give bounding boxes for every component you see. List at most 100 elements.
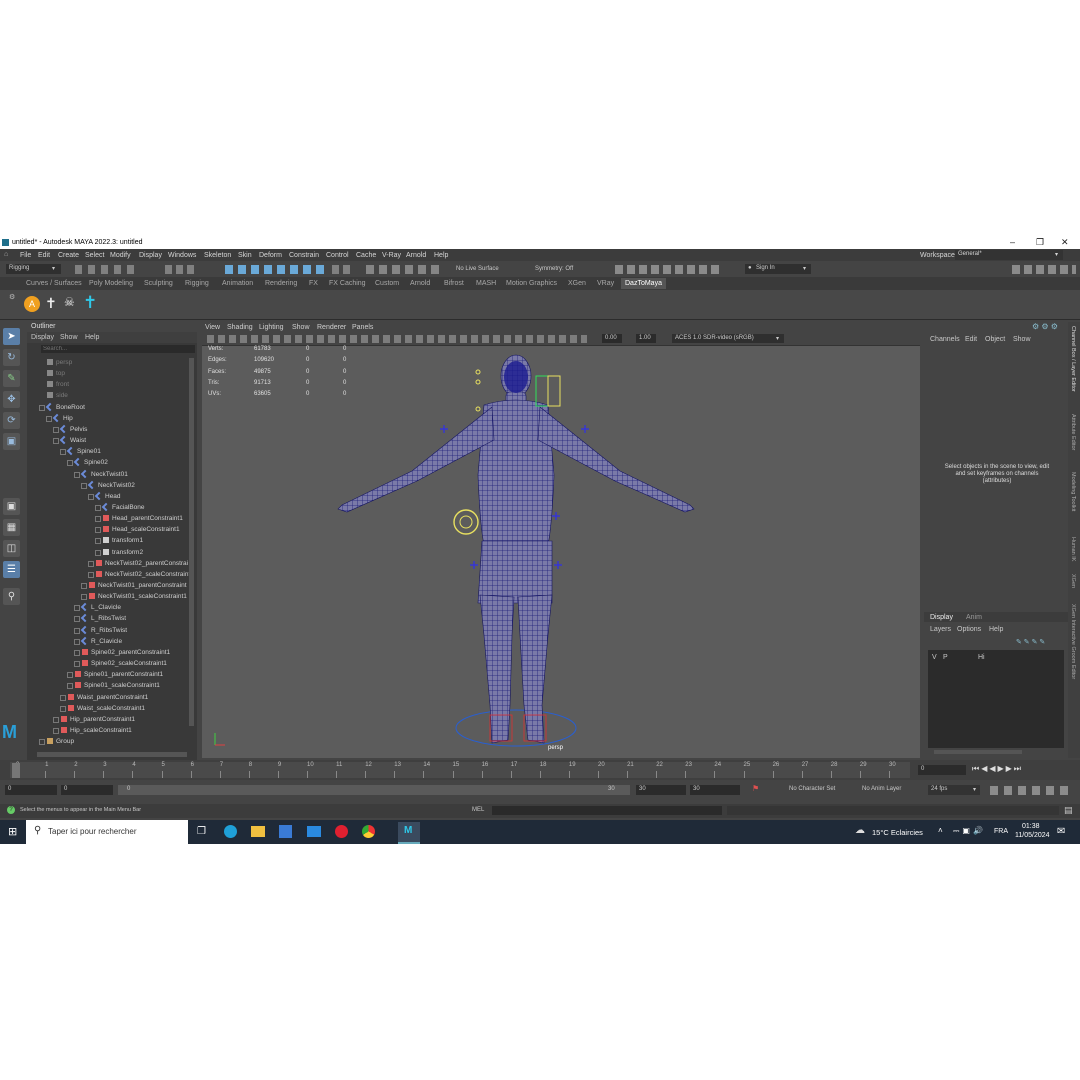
show-menu[interactable]: Show bbox=[1013, 336, 1031, 343]
shelf-tab-sculpting[interactable]: Sculpting bbox=[144, 280, 173, 287]
outliner-layout-icon[interactable]: ☰ bbox=[3, 561, 20, 578]
outliner-scrollbar[interactable] bbox=[189, 358, 194, 726]
menu-display[interactable]: Display bbox=[139, 252, 162, 259]
outliner-row-group[interactable]: Group bbox=[27, 736, 189, 747]
outliner-row-necktwist02-scaleconstraint[interactable]: NeckTwist02_scaleConstraint bbox=[27, 569, 190, 580]
expand-toggle-icon[interactable] bbox=[67, 460, 73, 467]
expand-toggle-icon[interactable] bbox=[95, 527, 101, 534]
menu-cache[interactable]: Cache bbox=[356, 252, 376, 259]
viewport-panel[interactable]: View Shading Lighting Show Renderer Pane… bbox=[202, 322, 920, 758]
expand-toggle-icon[interactable] bbox=[74, 627, 80, 634]
expand-toggle-icon[interactable] bbox=[95, 538, 101, 545]
file-explorer-icon[interactable] bbox=[251, 826, 265, 837]
outliner-row-spine01[interactable]: Spine01 bbox=[27, 446, 189, 457]
expand-toggle-icon[interactable] bbox=[95, 549, 101, 556]
mode-select[interactable]: Rigging ▾ bbox=[6, 264, 61, 274]
viewport-toolbar-icons[interactable] bbox=[207, 335, 587, 343]
shelf-gear-icon[interactable]: ⚙ bbox=[9, 293, 15, 301]
outliner-row-hip-scaleconstraint1[interactable]: Hip_scaleConstraint1 bbox=[27, 725, 189, 736]
command-input[interactable] bbox=[492, 806, 722, 815]
outliner-menu-display[interactable]: Display bbox=[31, 334, 54, 341]
sign-in-button[interactable]: ● Sign In ▾ bbox=[745, 264, 811, 274]
menu-file[interactable]: File bbox=[20, 252, 31, 259]
symmetry-label[interactable]: Symmetry: Off bbox=[535, 266, 573, 272]
tray-chevron-icon[interactable]: ˄ bbox=[938, 826, 943, 835]
select-by-type-icons[interactable] bbox=[225, 265, 325, 274]
shelf-tab-fx[interactable]: FX bbox=[309, 280, 318, 287]
layer-help-menu[interactable]: Help bbox=[989, 626, 1003, 633]
panel-toggle-icons[interactable] bbox=[1012, 265, 1076, 274]
channels-menu[interactable]: Channels bbox=[930, 336, 960, 343]
side-tab-channel-box[interactable]: Channel Box / Layer Editor bbox=[1070, 326, 1076, 392]
side-by-side-icon[interactable]: ◫ bbox=[3, 540, 20, 557]
outliner-row-spine02[interactable]: Spine02 bbox=[27, 457, 189, 468]
expand-toggle-icon[interactable] bbox=[53, 727, 59, 734]
expand-toggle-icon[interactable] bbox=[53, 716, 59, 723]
outliner-row-persp[interactable]: persp bbox=[27, 357, 189, 368]
outliner-menu-show[interactable]: Show bbox=[60, 334, 78, 341]
start-time-field[interactable]: 0 bbox=[5, 785, 57, 795]
outliner-row-pelvis[interactable]: Pelvis bbox=[27, 424, 189, 435]
menu-deform[interactable]: Deform bbox=[259, 252, 282, 259]
shelf-tab-xgen[interactable]: XGen bbox=[568, 280, 586, 287]
end-time-field[interactable]: 30 bbox=[690, 785, 740, 795]
shelf-tab-curves[interactable]: Curves / Surfaces bbox=[26, 280, 82, 287]
expand-toggle-icon[interactable] bbox=[67, 683, 73, 690]
opera-icon[interactable] bbox=[335, 825, 348, 838]
menu-modify[interactable]: Modify bbox=[110, 252, 131, 259]
expand-toggle-icon[interactable] bbox=[81, 594, 87, 601]
shelf-tab-rigging[interactable]: Rigging bbox=[185, 280, 209, 287]
vp-menu-shading[interactable]: Shading bbox=[227, 324, 253, 331]
layer-tab-anim[interactable]: Anim bbox=[966, 614, 982, 621]
edge-icon[interactable] bbox=[224, 825, 237, 838]
menu-arnold[interactable]: Arnold bbox=[406, 252, 426, 259]
paint-select-icon[interactable]: ✎ bbox=[3, 370, 20, 387]
expand-toggle-icon[interactable] bbox=[60, 449, 66, 456]
clock-date[interactable]: 11/05/2024 bbox=[1015, 832, 1050, 839]
exposure-field[interactable]: 0.00 bbox=[602, 334, 622, 343]
chrome-icon[interactable] bbox=[362, 825, 375, 838]
expand-toggle-icon[interactable] bbox=[46, 415, 52, 422]
daz-logo-icon[interactable]: A bbox=[24, 296, 40, 312]
outliner-menu-help[interactable]: Help bbox=[85, 334, 99, 341]
outliner-row-spine02-scaleconstraint1[interactable]: Spine02_scaleConstraint1 bbox=[27, 658, 189, 669]
inner-end-field[interactable]: 30 bbox=[636, 785, 686, 795]
shelf-tab-poly[interactable]: Poly Modeling bbox=[89, 280, 133, 287]
menu-control[interactable]: Control bbox=[326, 252, 349, 259]
current-frame-field[interactable]: 0 bbox=[918, 765, 966, 775]
skull-icon[interactable]: ☠ bbox=[64, 295, 75, 309]
outliner-row-necktwist02-parentconstrai[interactable]: NeckTwist02_parentConstrai bbox=[27, 558, 189, 569]
expand-toggle-icon[interactable] bbox=[81, 482, 87, 489]
layer-name[interactable]: Hi bbox=[978, 654, 985, 661]
outliner-row-necktwist02[interactable]: NeckTwist02 bbox=[27, 480, 189, 491]
outliner-row-front[interactable]: front bbox=[27, 379, 189, 390]
scene-view[interactable] bbox=[202, 345, 920, 758]
outliner-row-transform1[interactable]: transform1 bbox=[27, 535, 189, 546]
render-tools-icons[interactable] bbox=[615, 265, 720, 274]
expand-toggle-icon[interactable] bbox=[88, 493, 94, 500]
shelf-tab-rendering[interactable]: Rendering bbox=[265, 280, 297, 287]
expand-toggle-icon[interactable] bbox=[67, 672, 73, 679]
menu-skin[interactable]: Skin bbox=[238, 252, 252, 259]
inner-start-field[interactable]: 0 bbox=[61, 785, 113, 795]
single-view-icon[interactable]: ▣ bbox=[3, 498, 20, 515]
menu-select[interactable]: Select bbox=[85, 252, 104, 259]
menu-help[interactable]: Help bbox=[434, 252, 448, 259]
expand-toggle-icon[interactable] bbox=[74, 605, 80, 612]
colorspace-select[interactable]: ACES 1.0 SDR-video (sRGB) ▾ bbox=[672, 334, 784, 343]
file-tools-icons[interactable] bbox=[75, 265, 140, 274]
task-view-icon[interactable]: ❐ bbox=[197, 826, 206, 837]
expand-toggle-icon[interactable] bbox=[74, 471, 80, 478]
shelf-tab-mash[interactable]: MASH bbox=[476, 280, 496, 287]
lock-icons[interactable] bbox=[332, 265, 354, 274]
move-tool-icon[interactable]: ✥ bbox=[3, 391, 20, 408]
tray-icons[interactable]: ⎓▣🔊 bbox=[953, 826, 986, 836]
shelf-tab-daztomaya[interactable]: DazToMaya bbox=[621, 278, 666, 289]
outliner-row-spine01-scaleconstraint1[interactable]: Spine01_scaleConstraint1 bbox=[27, 680, 189, 691]
range-bar[interactable]: 0 30 bbox=[118, 785, 630, 795]
menu-constrain[interactable]: Constrain bbox=[289, 252, 319, 259]
store-icon[interactable] bbox=[279, 825, 292, 838]
shelf-tab-arnold[interactable]: Arnold bbox=[410, 280, 430, 287]
menu-edit[interactable]: Edit bbox=[38, 252, 50, 259]
expand-toggle-icon[interactable] bbox=[95, 504, 101, 511]
